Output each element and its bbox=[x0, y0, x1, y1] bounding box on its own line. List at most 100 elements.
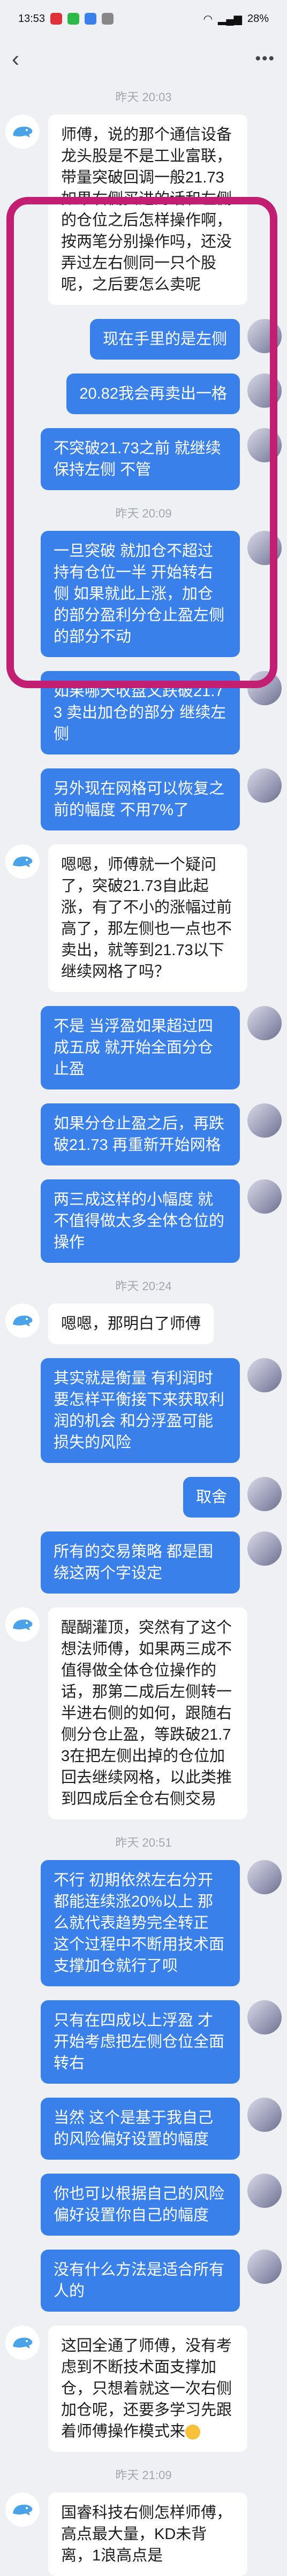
message-bubble[interactable]: 另外现在网格可以恢复之前的幅度 不用7%了 bbox=[41, 768, 240, 830]
sent-message: 当然 这个是基于我自己的风险偏好设置的幅度 bbox=[5, 2098, 282, 2160]
received-message: 醍醐灌顶，突然有了这个想法师傅，如果两三成不值得做全体仓位操作的话，那第二成后左… bbox=[5, 1607, 282, 1819]
sent-message: 不突破21.73之前 就继续保持左侧 不管 bbox=[5, 428, 282, 490]
message-text: 如果哪天收盘又跌破21.73 卖出加仓的部分 继续左侧 bbox=[54, 683, 226, 743]
message-bubble[interactable]: 嗯嗯，师傅就一个疑问了，突破21.73自此起涨，有了不小的涨幅过前高了，那左侧也… bbox=[48, 844, 247, 992]
message-text: 嗯嗯，师傅就一个疑问了，突破21.73自此起涨，有了不小的涨幅过前高了，那左侧也… bbox=[61, 856, 232, 980]
sent-message: 只有在四成以上浮盈 才开始考虑把左侧仓位全面转右 bbox=[5, 2000, 282, 2084]
message-text: 只有在四成以上浮盈 才开始考虑把左侧仓位全面转右 bbox=[54, 2012, 225, 2072]
timestamp: 昨天 20:09 bbox=[115, 507, 172, 520]
timestamp: 昨天 20:24 bbox=[115, 1279, 172, 1293]
message-bubble[interactable]: 不行 初期依然左右分开 都能连续涨20%以上 那么就代表趋势完全转正 这个过程中… bbox=[41, 1860, 240, 1986]
message-text: 如果分仓止盈之后，再跌破21.73 再重新开始网格 bbox=[54, 1115, 225, 1154]
message-text: 一旦突破 就加仓不超过持有仓位一半 开始转右侧 如果就此上涨，加仓的部分盈利分仓… bbox=[54, 543, 225, 645]
message-text: 不突破21.73之前 就继续保持左侧 不管 bbox=[54, 440, 221, 478]
message-bubble[interactable]: 一旦突破 就加仓不超过持有仓位一半 开始转右侧 如果就此上涨，加仓的部分盈利分仓… bbox=[41, 531, 240, 657]
message-bubble[interactable]: 醍醐灌顶，突然有了这个想法师傅，如果两三成不值得做全体仓位操作的话，那第二成后左… bbox=[48, 1607, 247, 1819]
received-message: 师傅，说的那个通信设备龙头股是不是工业富联，带量突破回调一般21.73如果右侧买… bbox=[5, 115, 282, 305]
sent-message: 取舍 bbox=[5, 1477, 282, 1518]
smile-emoji-icon bbox=[185, 2425, 201, 2440]
more-icon[interactable]: ••• bbox=[255, 50, 275, 68]
message-bubble[interactable]: 不是 当浮盈如果超过四成五成 就开始全面分仓止盈 bbox=[41, 1006, 240, 1089]
avatar[interactable] bbox=[247, 1006, 282, 1040]
message-bubble[interactable]: 嗯嗯，那明白了师傅 bbox=[48, 1304, 214, 1344]
received-message: 嗯嗯，那明白了师傅 bbox=[5, 1304, 282, 1344]
sent-message: 没有什么方法是适合所有人的 bbox=[5, 2250, 282, 2312]
avatar[interactable] bbox=[247, 671, 282, 705]
message-bubble[interactable]: 现在手里的是左侧 bbox=[89, 319, 240, 360]
avatar[interactable] bbox=[5, 115, 40, 149]
timestamp: 昨天 20:03 bbox=[115, 90, 172, 104]
avatar[interactable] bbox=[5, 2493, 40, 2527]
notification-icon bbox=[50, 13, 63, 25]
back-icon[interactable]: ‹ bbox=[12, 48, 19, 70]
message-text: 两三成这样的小幅度 就不值得做太多全体仓位的操作 bbox=[54, 1191, 225, 1251]
message-text: 当然 这个是基于我自己的风险偏好设置的幅度 bbox=[54, 2109, 214, 2148]
message-bubble[interactable]: 如果分仓止盈之后，再跌破21.73 再重新开始网格 bbox=[41, 1103, 240, 1165]
avatar[interactable] bbox=[247, 1179, 282, 1214]
message-bubble[interactable]: 所有的交易策略 都是围绕这两个字设定 bbox=[41, 1531, 240, 1594]
message-bubble[interactable]: 只有在四成以上浮盈 才开始考虑把左侧仓位全面转右 bbox=[41, 2000, 240, 2084]
avatar[interactable] bbox=[247, 1358, 282, 1392]
message-bubble[interactable]: 这回全通了师傅，没有考虑到不断技术面支撑加仓，只想着就这一次右侧加仓呢，还要多学… bbox=[48, 2326, 247, 2452]
avatar[interactable] bbox=[247, 2174, 282, 2208]
message-bubble[interactable]: 国睿科技右侧怎样师傅，高点最大量，KD未背离，1浪高点是 bbox=[48, 2493, 247, 2576]
avatar[interactable] bbox=[247, 2000, 282, 2034]
message-bubble[interactable]: 不突破21.73之前 就继续保持左侧 不管 bbox=[41, 428, 240, 490]
avatar[interactable] bbox=[247, 2098, 282, 2132]
avatar[interactable] bbox=[247, 1531, 282, 1566]
avatar[interactable] bbox=[5, 1607, 40, 1642]
wifi-icon: ◠ bbox=[203, 13, 213, 25]
notification-icon bbox=[102, 13, 114, 25]
message-text: 20.82我会再卖出一格 bbox=[79, 385, 227, 402]
message-text: 嗯嗯，那明白了师傅 bbox=[61, 1315, 201, 1332]
message-bubble[interactable]: 20.82我会再卖出一格 bbox=[66, 374, 240, 414]
sent-message: 现在手里的是左侧 bbox=[5, 319, 282, 360]
avatar[interactable] bbox=[247, 2250, 282, 2284]
avatar[interactable] bbox=[247, 1477, 282, 1511]
avatar[interactable] bbox=[247, 1103, 282, 1138]
avatar[interactable] bbox=[247, 319, 282, 353]
sent-message: 不行 初期依然左右分开 都能连续涨20%以上 那么就代表趋势完全转正 这个过程中… bbox=[5, 1860, 282, 1986]
message-text: 不行 初期依然左右分开 都能连续涨20%以上 那么就代表趋势完全转正 这个过程中… bbox=[54, 1872, 225, 1975]
nav-bar: ‹ ••• bbox=[0, 37, 287, 80]
avatar[interactable] bbox=[247, 428, 282, 462]
message-text: 你也可以根据自己的风险偏好设置你自己的幅度 bbox=[54, 2185, 225, 2224]
message-text: 师傅，说的那个通信设备龙头股是不是工业富联，带量突破回调一般21.73如果右侧买… bbox=[61, 126, 232, 293]
message-bubble[interactable]: 取舍 bbox=[183, 1477, 240, 1518]
message-bubble[interactable]: 如果哪天收盘又跌破21.73 卖出加仓的部分 继续左侧 bbox=[41, 671, 240, 754]
message-bubble[interactable]: 师傅，说的那个通信设备龙头股是不是工业富联，带量突破回调一般21.73如果右侧买… bbox=[48, 115, 247, 305]
status-time: 13:53 bbox=[18, 12, 46, 25]
sent-message: 另外现在网格可以恢复之前的幅度 不用7%了 bbox=[5, 768, 282, 830]
message-text: 不是 当浮盈如果超过四成五成 就开始全面分仓止盈 bbox=[54, 1018, 214, 1078]
timestamp: 昨天 20:51 bbox=[115, 1836, 172, 1849]
sent-message: 如果分仓止盈之后，再跌破21.73 再重新开始网格 bbox=[5, 1103, 282, 1165]
avatar[interactable] bbox=[5, 1304, 40, 1338]
message-bubble[interactable]: 两三成这样的小幅度 就不值得做太多全体仓位的操作 bbox=[41, 1179, 240, 1263]
message-text: 这回全通了师傅，没有考虑到不断技术面支撑加仓，只想着就这一次右侧加仓呢，还要多学… bbox=[61, 2337, 232, 2440]
avatar[interactable] bbox=[247, 374, 282, 408]
message-text: 取舍 bbox=[195, 1489, 227, 1506]
message-bubble[interactable]: 其实就是衡量 有利润时 要怎样平衡接下来获取利润的机会 和分浮盈可能损失的风险 bbox=[41, 1358, 240, 1463]
sent-message: 一旦突破 就加仓不超过持有仓位一半 开始转右侧 如果就此上涨，加仓的部分盈利分仓… bbox=[5, 531, 282, 657]
notification-icon bbox=[67, 13, 80, 25]
received-message: 这回全通了师傅，没有考虑到不断技术面支撑加仓，只想着就这一次右侧加仓呢，还要多学… bbox=[5, 2326, 282, 2452]
sent-message: 如果哪天收盘又跌破21.73 卖出加仓的部分 继续左侧 bbox=[5, 671, 282, 754]
chat-list[interactable]: 昨天 20:03 师傅，说的那个通信设备龙头股是不是工业富联，带量突破回调一般21… bbox=[0, 88, 287, 2576]
message-text: 另外现在网格可以恢复之前的幅度 不用7%了 bbox=[54, 780, 225, 819]
message-bubble[interactable]: 你也可以根据自己的风险偏好设置你自己的幅度 bbox=[41, 2174, 240, 2236]
sent-message: 20.82我会再卖出一格 bbox=[5, 374, 282, 414]
signal-icon: ▂▄▆ bbox=[218, 13, 242, 25]
avatar[interactable] bbox=[247, 1860, 282, 1894]
message-bubble[interactable]: 当然 这个是基于我自己的风险偏好设置的幅度 bbox=[41, 2098, 240, 2160]
sent-message: 不是 当浮盈如果超过四成五成 就开始全面分仓止盈 bbox=[5, 1006, 282, 1089]
avatar[interactable] bbox=[5, 2326, 40, 2360]
avatar[interactable] bbox=[247, 768, 282, 803]
message-text: 国睿科技右侧怎样师傅，高点最大量，KD未背离，1浪高点是 bbox=[61, 2504, 232, 2564]
timestamp: 昨天 21:09 bbox=[115, 2468, 172, 2482]
received-message: 嗯嗯，师傅就一个疑问了，突破21.73自此起涨，有了不小的涨幅过前高了，那左侧也… bbox=[5, 844, 282, 992]
avatar[interactable] bbox=[5, 844, 40, 879]
message-text: 其实就是衡量 有利润时 要怎样平衡接下来获取利润的机会 和分浮盈可能损失的风险 bbox=[54, 1370, 225, 1451]
avatar[interactable] bbox=[247, 531, 282, 565]
message-text: 醍醐灌顶，突然有了这个想法师傅，如果两三成不值得做全体仓位操作的话，那第二成后左… bbox=[61, 1619, 232, 1808]
message-bubble[interactable]: 没有什么方法是适合所有人的 bbox=[41, 2250, 240, 2312]
